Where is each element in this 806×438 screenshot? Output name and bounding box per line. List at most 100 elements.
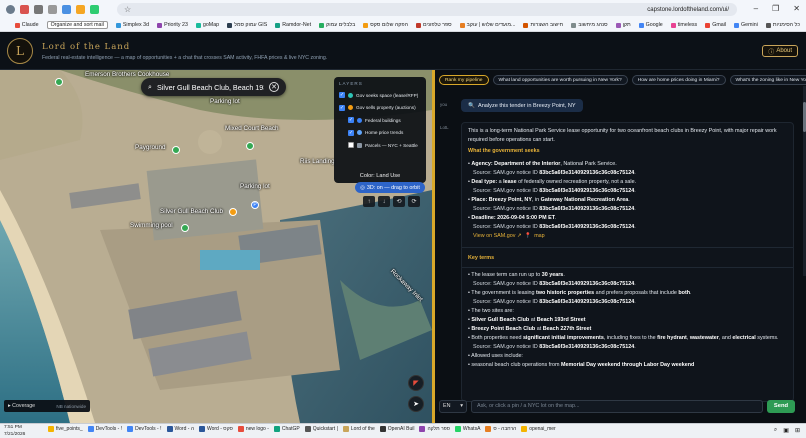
bookmark-item[interactable]: תקן [615,22,631,28]
taskbar-apps: five_points_ DevTools - ! DevTools - ! W… [48,426,556,432]
layer-toggle-parcels[interactable]: Parcels — NYC + Seattle [348,139,421,152]
bookmark-item[interactable]: כל הסימניות [765,22,800,28]
bookmark-item[interactable]: בלבלים עמוק [319,22,355,28]
bookmark-item[interactable]: Organize and sort mail [46,21,108,29]
taskbar-item[interactable]: DevTools - ! [127,426,162,432]
taskbar-item[interactable]: הרחבה - ס [485,426,516,432]
bookmark-item[interactable]: חישוב השצרות [523,22,563,28]
taskbar-item[interactable]: ספר תלקה [419,426,450,432]
taskbar-item[interactable]: five_points_ [48,426,83,432]
browser-toolbar: ☆ capstone.lordoftheland.com/ui/ – ❐ ✕ [0,0,806,19]
bookmark-star-icon[interactable]: ☆ [124,5,131,14]
search-icon[interactable]: ⌕ [774,427,777,434]
map-pin[interactable] [55,78,63,86]
taskbar-item[interactable]: ChatGP [273,426,300,432]
map-pin[interactable] [181,224,189,232]
key-terms-section: Key terms • The lease term can run up to… [462,247,793,370]
send-button[interactable]: Send [767,399,795,413]
chip-home-prices[interactable]: How are home prices doing in Miami? [631,75,726,85]
bookmark-item[interactable]: מועדים שלוש | עוקב... [459,22,515,28]
tilt-up-button[interactable]: ↑ [363,196,375,207]
bookmark-item[interactable]: Gmail [705,22,726,28]
rotate-right-button[interactable]: ⟳ [408,196,420,207]
about-button[interactable]: ⓘ About [762,45,798,57]
map-view[interactable]: ⌕ Silver Gull Beach Club, Beach 193 ✕ Em… [0,70,432,423]
taskbar-item[interactable]: Quickstart | [304,426,338,432]
close-button[interactable]: ✕ [793,4,800,13]
color-mode-select[interactable]: Color: Land Use [334,173,426,179]
bookmark-item[interactable]: goMap [195,22,219,28]
site-item: • Breezy Point Beach Club at Beach 227th… [468,326,592,332]
source-line: Source: SAM.gov notice ID 83bc5a6f3e3140… [473,170,636,176]
map-pin[interactable]: P [251,201,259,209]
map-pin[interactable] [172,146,180,154]
checkbox-checked-icon[interactable]: ✓ [339,104,345,111]
bookmark-item[interactable]: Claude [14,22,39,28]
chip-land-opportunities[interactable]: What land opportunities are worth pursui… [492,75,628,85]
language-select[interactable]: EN ▾ [439,399,467,413]
layer-toggle-federal-buildings[interactable]: ✓ Federal buildings [348,114,421,127]
checkbox-checked-icon[interactable]: ✓ [348,117,354,124]
chip-rank-pipeline[interactable]: Rank my pipeline [439,75,489,85]
pegman-button[interactable]: ◤ [408,375,424,391]
logo: L [7,38,33,64]
taskbar-item[interactable]: Word - סקס [198,426,233,432]
source-line: Source: SAM.gov notice ID 83bc5a6f3e3140… [473,188,636,194]
map-search-input[interactable]: Silver Gull Beach Club, Beach 193 [157,83,264,92]
bookmark-item[interactable]: Priority 23 [157,22,188,28]
extension-icon[interactable] [48,5,57,14]
bookmark-item[interactable]: ספר טלפונים [416,22,452,28]
map-search-box[interactable]: ⌕ Silver Gull Beach Club, Beach 193 ✕ [141,78,286,96]
folder-icon[interactable]: ▣ [783,427,789,434]
map-pin[interactable] [229,208,237,216]
checkbox-checked-icon[interactable]: ✓ [339,92,345,99]
taskbar-item[interactable]: DevTools - ! [87,426,122,432]
view-on-sam-link[interactable]: View on SAM.gov ↗ [473,233,521,239]
taskbar-item[interactable]: Word - ה [166,426,194,432]
bookmark-item[interactable]: Ramdor-Net [275,22,311,28]
taskbar-item[interactable]: openai_mer [521,426,556,432]
extension-icon[interactable] [62,5,71,14]
taskbar-item[interactable]: new logo - [237,426,269,432]
site-item: • Silver Gull Beach Club at Beach 193rd … [468,317,586,323]
chip-zoning[interactable]: What's the zoning like in New York? [729,75,806,85]
extension-icon[interactable] [76,5,85,14]
windows-start-icon[interactable]: ⊞ [795,427,800,434]
term-item: • seasonal beach club operations from Me… [468,362,695,368]
minimize-button[interactable]: – [754,4,758,13]
rotate-left-button[interactable]: ⟲ [393,196,405,207]
bookmark-item[interactable]: Gemini [734,22,758,28]
bookmark-item[interactable]: Google [638,22,663,28]
map-pin[interactable] [246,142,254,150]
user-message: 🔍 Analyze this tender in Breezy Point, N… [461,99,583,112]
extension-icon[interactable] [90,5,99,14]
bookmark-item[interactable]: הפקה שלום סקס [363,22,408,28]
chat-panel: Rank my pipeline What land opportunities… [435,70,806,423]
bookmark-item[interactable]: Simplex 3d [115,22,149,28]
map-link[interactable]: map [534,233,545,239]
clear-search-icon[interactable]: ✕ [269,82,279,92]
orbit-toggle-button[interactable]: ◎ 3D: on — drag to orbit [355,182,425,193]
checkbox-unchecked-icon[interactable] [348,142,354,149]
layer-toggle-gov-sells[interactable]: ✓ Gov sells property (auctions) [339,102,421,115]
bookmark-item[interactable]: סנהג מיחשוב [571,22,608,28]
suggestion-chips: Rank my pipeline What land opportunities… [439,75,806,85]
bookmark-item[interactable]: timeless [670,22,697,28]
maximize-button[interactable]: ❐ [772,4,779,13]
address-bar[interactable]: ☆ capstone.lordoftheland.com/ui/ [117,3,737,16]
chat-input[interactable]: Ask, or click a pin / a NYC lot on the m… [471,399,763,413]
layer-toggle-home-prices[interactable]: ✓ Home price trends [348,127,421,140]
taskbar-item[interactable]: WhatsA [454,426,480,432]
coverage-count: NB nationwide [56,403,86,409]
coverage-toggle[interactable]: ▸ Coverage NB nationwide [4,400,90,412]
compass-button[interactable]: ➤ [408,396,424,412]
taskbar-item[interactable]: OpenAI Buil [379,426,414,432]
extension-icon[interactable] [20,5,29,14]
taskbar-item[interactable]: Lord of the [342,426,375,432]
profile-icon[interactable] [6,5,15,14]
layer-toggle-gov-seeks[interactable]: ✓ Gov seeks space (lease/RFP) [339,89,421,102]
tilt-down-button[interactable]: ↓ [378,196,390,207]
extension-icon[interactable] [34,5,43,14]
bookmark-item[interactable]: עמוק סמל GIS [227,22,267,28]
checkbox-checked-icon[interactable]: ✓ [348,129,354,136]
